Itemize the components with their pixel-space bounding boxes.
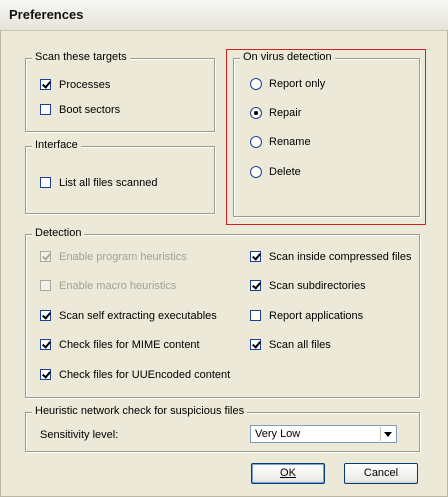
program-heuristics-checkbox[interactable] (40, 251, 51, 262)
list-all-files-label: List all files scanned (59, 177, 158, 189)
compressed-files-checkbox[interactable] (250, 251, 261, 262)
uuencoded-content-label: Check files for UUEncoded content (59, 369, 231, 381)
scan-targets-group: Scan these targets (25, 51, 215, 132)
sensitivity-value: Very Low (255, 428, 301, 440)
mime-content-checkbox[interactable] (40, 339, 51, 350)
mime-content-label: Check files for MIME content (59, 339, 200, 351)
report-applications-checkbox[interactable] (250, 310, 261, 321)
sensitivity-label: Sensitivity level: (40, 429, 119, 441)
ok-button-label: OK (280, 467, 296, 479)
report-only-label: Report only (269, 78, 326, 90)
virus-detection-legend: On virus detection (240, 51, 335, 63)
scan-targets-legend: Scan these targets (32, 51, 130, 63)
detection-legend: Detection (32, 227, 85, 239)
ok-button[interactable]: OK (251, 463, 325, 484)
subdirectories-checkbox[interactable] (250, 280, 261, 291)
report-only-radio[interactable] (250, 78, 262, 90)
sensitivity-select[interactable]: Very Low (250, 425, 397, 443)
subdirectories-label: Scan subdirectories (269, 280, 366, 292)
uuencoded-content-checkbox[interactable] (40, 369, 51, 380)
window-title: Preferences (9, 7, 84, 22)
self-extracting-checkbox[interactable] (40, 310, 51, 321)
cancel-button[interactable]: Cancel (344, 463, 418, 484)
rename-radio[interactable] (250, 136, 262, 148)
program-heuristics-label: Enable program heuristics (59, 251, 187, 263)
macro-heuristics-checkbox[interactable] (40, 280, 51, 291)
delete-radio[interactable] (250, 166, 262, 178)
boot-sectors-checkbox[interactable] (40, 104, 51, 115)
repair-label: Repair (269, 107, 302, 119)
processes-checkbox[interactable] (40, 79, 51, 90)
compressed-files-label: Scan inside compressed files (269, 251, 412, 263)
list-all-files-checkbox[interactable] (40, 177, 51, 188)
boot-sectors-label: Boot sectors (59, 104, 121, 116)
heuristic-legend: Heuristic network check for suspicious f… (32, 405, 248, 417)
chevron-down-icon[interactable] (380, 427, 395, 441)
delete-label: Delete (269, 166, 301, 178)
report-applications-label: Report applications (269, 310, 364, 322)
processes-label: Processes (59, 79, 111, 91)
scan-all-files-checkbox[interactable] (250, 339, 261, 350)
self-extracting-label: Scan self extracting executables (59, 310, 217, 322)
repair-radio[interactable] (250, 107, 262, 119)
rename-label: Rename (269, 136, 311, 148)
cancel-button-label: Cancel (363, 467, 399, 479)
macro-heuristics-label: Enable macro heuristics (59, 280, 177, 292)
title-bar: Preferences (0, 0, 448, 31)
scan-all-files-label: Scan all files (269, 339, 331, 351)
interface-legend: Interface (32, 139, 81, 151)
